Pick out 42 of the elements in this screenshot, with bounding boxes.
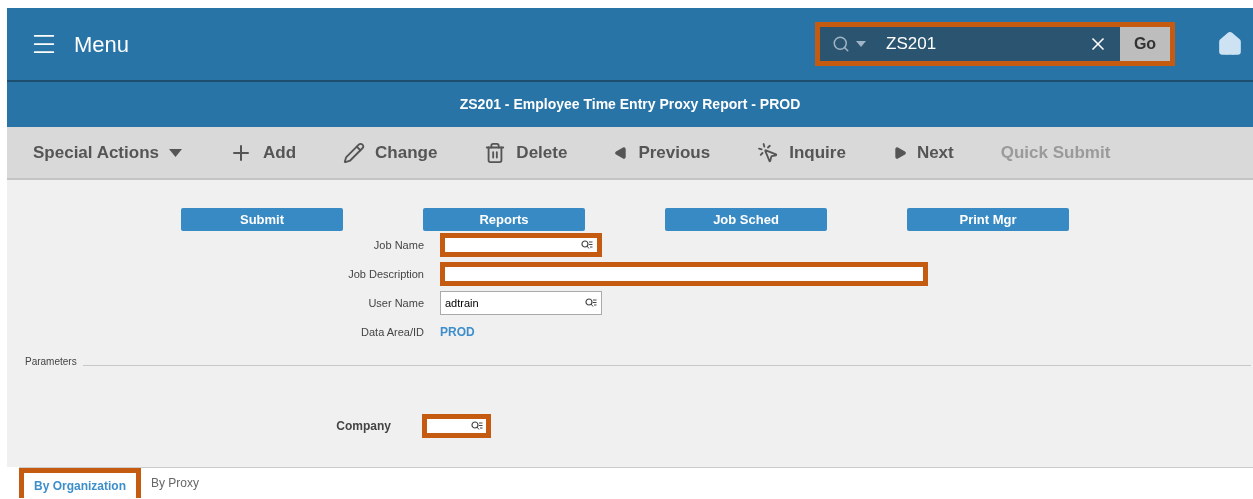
data-area-link[interactable]: PROD [440,323,475,341]
lookup-icon[interactable] [471,421,483,431]
input-field[interactable] [440,262,928,286]
trash-icon [484,141,507,164]
home-icon[interactable] [1217,31,1243,57]
caret-icon [168,148,182,157]
action-button[interactable]: Job Sched [665,208,827,231]
search-icon[interactable] [832,35,850,53]
cursor-click-icon [757,141,780,164]
caret-icon[interactable] [856,41,866,47]
menu-button[interactable]: Menu [30,27,130,61]
section-legend: Parameters [25,354,77,369]
toolbar-button[interactable]: Special Actions [33,139,182,166]
tab[interactable]: By Proxy [141,468,210,498]
tab[interactable]: By Organization [19,468,141,498]
toolbar-button[interactable]: Change [343,139,438,166]
toolbar-button[interactable]: Previous [614,139,711,166]
action-button[interactable]: Submit [181,208,343,231]
search-input[interactable]: ZS201 [886,31,1066,57]
lookup-icon[interactable] [585,298,597,308]
toolbar-button[interactable]: Add [228,139,296,166]
field-label: Company [335,418,392,435]
search-field[interactable]: ZS201 [820,27,1120,61]
window-title: ZS201 - Employee Time Entry Proxy Report - PROD [459,95,801,114]
lookup-field[interactable] [440,233,602,257]
action-button[interactable]: Print Mgr [907,208,1069,231]
right-triangle-icon [892,145,907,160]
toolbar-button[interactable]: Inquire [757,139,846,166]
input-field[interactable]: adtrain [445,294,585,312]
lookup-icon[interactable] [581,240,593,250]
go-button[interactable]: Go [1120,27,1170,61]
toolbar-button[interactable]: Delete [484,139,568,166]
lookup-field[interactable]: adtrain [440,291,602,315]
field-label: Job Description [347,266,425,282]
lookup-field[interactable] [422,414,491,438]
field-label: User Name [367,295,425,311]
left-triangle-icon [614,145,629,160]
field-label: Job Name [372,237,425,253]
pencil-icon [343,141,365,164]
field-label: Data Area/ID [360,324,425,340]
toolbar-button[interactable]: Next [892,139,954,166]
action-button[interactable]: Reports [423,208,585,231]
